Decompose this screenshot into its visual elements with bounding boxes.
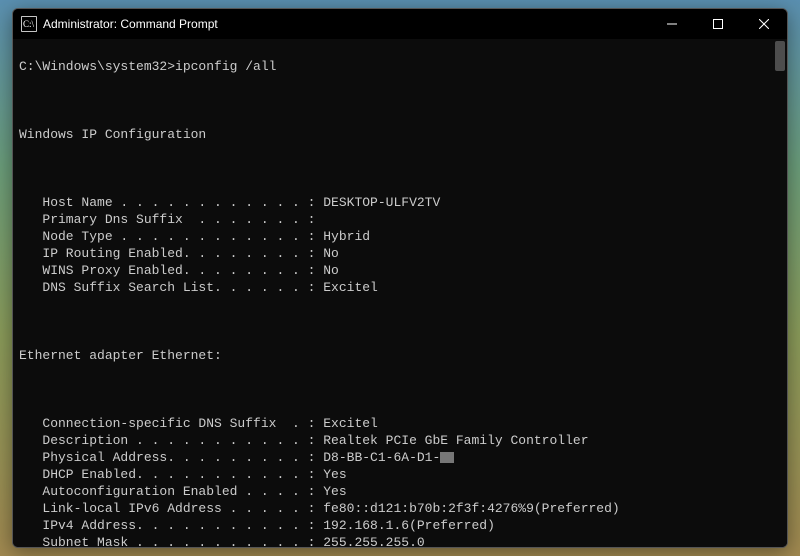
titlebar[interactable]: C:\ Administrator: Command Prompt bbox=[13, 9, 787, 39]
config-value: 192.168.1.6(Preferred) bbox=[323, 518, 495, 533]
config-value: Excitel bbox=[323, 416, 378, 431]
config-label: Node Type . . . . . . . . . . . . : bbox=[19, 229, 323, 244]
config-label: DNS Suffix Search List. . . . . . : bbox=[19, 280, 323, 295]
config-row: Primary Dns Suffix . . . . . . . : bbox=[19, 211, 783, 228]
config-label: IP Routing Enabled. . . . . . . . : bbox=[19, 246, 323, 261]
cmd-icon: C:\ bbox=[21, 16, 37, 32]
config-label: Host Name . . . . . . . . . . . . : bbox=[19, 195, 323, 210]
config-value: No bbox=[323, 246, 339, 261]
scrollbar-thumb[interactable] bbox=[775, 41, 785, 71]
config-value: Excitel bbox=[323, 280, 378, 295]
config-label: Description . . . . . . . . . . . : bbox=[19, 433, 323, 448]
prompt-path: C:\Windows\system32> bbox=[19, 59, 175, 74]
config-value: No bbox=[323, 263, 339, 278]
close-button[interactable] bbox=[741, 9, 787, 39]
config-value: D8-BB-C1-6A-D1- bbox=[323, 450, 440, 465]
section-header: Windows IP Configuration bbox=[19, 126, 783, 143]
config-row: Host Name . . . . . . . . . . . . : DESK… bbox=[19, 194, 783, 211]
config-row: Physical Address. . . . . . . . . : D8-B… bbox=[19, 449, 783, 466]
minimize-button[interactable] bbox=[649, 9, 695, 39]
config-label: Autoconfiguration Enabled . . . . : bbox=[19, 484, 323, 499]
config-row: DHCP Enabled. . . . . . . . . . . : Yes bbox=[19, 466, 783, 483]
maximize-button[interactable] bbox=[695, 9, 741, 39]
config-row: Description . . . . . . . . . . . : Real… bbox=[19, 432, 783, 449]
config-row: Subnet Mask . . . . . . . . . . . : 255.… bbox=[19, 534, 783, 547]
prompt-command: ipconfig /all bbox=[175, 59, 276, 74]
adapter1-title: Ethernet adapter Ethernet: bbox=[19, 347, 783, 364]
config-value: Realtek PCIe GbE Family Controller bbox=[323, 433, 588, 448]
config-value: Yes bbox=[323, 467, 346, 482]
config-value: Yes bbox=[323, 484, 346, 499]
config-label: Physical Address. . . . . . . . . : bbox=[19, 450, 323, 465]
config-value: Hybrid bbox=[323, 229, 370, 244]
config-label: Link-local IPv6 Address . . . . . : bbox=[19, 501, 323, 516]
config-value: DESKTOP-ULFV2TV bbox=[323, 195, 440, 210]
config-label: WINS Proxy Enabled. . . . . . . . : bbox=[19, 263, 323, 278]
window-title: Administrator: Command Prompt bbox=[43, 17, 218, 31]
command-prompt-window: C:\ Administrator: Command Prompt C:\Win… bbox=[12, 8, 788, 548]
config-row: IPv4 Address. . . . . . . . . . . : 192.… bbox=[19, 517, 783, 534]
config-row: Connection-specific DNS Suffix . : Excit… bbox=[19, 415, 783, 432]
config-label: IPv4 Address. . . . . . . . . . . : bbox=[19, 518, 323, 533]
config-row: DNS Suffix Search List. . . . . . : Exci… bbox=[19, 279, 783, 296]
config-row: Autoconfiguration Enabled . . . . : Yes bbox=[19, 483, 783, 500]
config-label: Connection-specific DNS Suffix . : bbox=[19, 416, 323, 431]
config-label: Subnet Mask . . . . . . . . . . . : bbox=[19, 535, 323, 547]
terminal-output[interactable]: C:\Windows\system32>ipconfig /all Window… bbox=[13, 39, 787, 547]
config-value: 255.255.255.0 bbox=[323, 535, 424, 547]
config-row: Node Type . . . . . . . . . . . . : Hybr… bbox=[19, 228, 783, 245]
redacted-segment bbox=[440, 452, 454, 463]
svg-text:C:\: C:\ bbox=[23, 19, 35, 29]
config-value: fe80::d121:b70b:2f3f:4276%9(Preferred) bbox=[323, 501, 619, 516]
config-row: WINS Proxy Enabled. . . . . . . . : No bbox=[19, 262, 783, 279]
config-row: Link-local IPv6 Address . . . . . : fe80… bbox=[19, 500, 783, 517]
config-label: Primary Dns Suffix . . . . . . . : bbox=[19, 212, 315, 227]
scrollbar[interactable] bbox=[773, 39, 787, 547]
config-label: DHCP Enabled. . . . . . . . . . . : bbox=[19, 467, 323, 482]
config-row: IP Routing Enabled. . . . . . . . : No bbox=[19, 245, 783, 262]
